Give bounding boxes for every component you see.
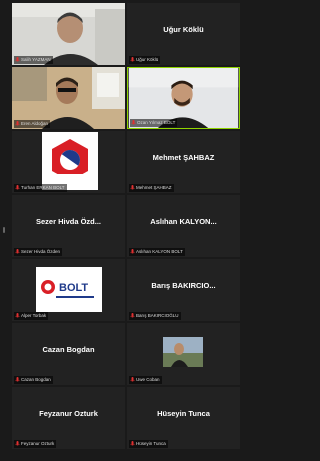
- participant-tile-active-speaker[interactable]: Ozan Yılmaz BOLT: [127, 67, 240, 129]
- participant-tile[interactable]: Aslıhan KALYON... Aslıhan KALYON BOLT: [127, 195, 240, 257]
- participant-tile[interactable]: Mehmet ŞAHBAZ Mehmet ŞAHBAZ: [127, 131, 240, 193]
- participant-tile[interactable]: Barış BAKIRCIO... Barış BAKIRCIOĞLU: [127, 259, 240, 321]
- participant-caption: Uğur Köklü: [129, 56, 161, 64]
- mic-muted-icon: [15, 377, 20, 382]
- mic-muted-icon: [131, 120, 136, 125]
- participant-name: Mehmet ŞAHBAZ: [152, 153, 215, 162]
- participant-caption: Feyzanur Ozturk: [14, 440, 57, 448]
- mic-muted-icon: [15, 249, 20, 254]
- participant-caption: Uwe Coban: [129, 376, 162, 384]
- bolt-logo-text: BOLT: [59, 282, 88, 294]
- participant-name: Uğur Köklü: [163, 25, 204, 34]
- mic-muted-icon: [15, 185, 20, 190]
- participant-name: Aslıhan KALYON...: [150, 217, 217, 226]
- participant-name: Hüseyin Tunca: [157, 409, 210, 418]
- participant-name: Barış BAKIRCIO...: [151, 281, 216, 290]
- mic-muted-icon: [15, 57, 20, 62]
- participant-caption: Cazan Bogdan: [14, 376, 53, 384]
- participant-tile[interactable]: Cazan Bogdan Cazan Bogdan: [12, 323, 125, 385]
- participant-caption: Aslıhan KALYON BOLT: [129, 248, 185, 256]
- participant-tile[interactable]: Eren Aldoğan: [12, 67, 125, 129]
- mic-muted-icon: [15, 121, 20, 126]
- mic-muted-icon: [130, 249, 135, 254]
- participant-tile[interactable]: Feyzanur Ozturk Feyzanur Ozturk: [12, 387, 125, 449]
- participant-gallery: Salih YAZMAN Uğur Köklü Uğur Köklü Eren …: [0, 0, 252, 461]
- participant-tile[interactable]: Turhan ERKAN BOLT: [12, 131, 125, 193]
- participant-name: Feyzanur Ozturk: [39, 409, 98, 418]
- participant-caption: Sezer Hivda Özden: [14, 248, 63, 256]
- participant-tile[interactable]: Sezer Hivda Özd... Sezer Hivda Özden: [12, 195, 125, 257]
- mic-muted-icon: [130, 185, 135, 190]
- participant-caption: Barış BAKIRCIOĞLU: [129, 312, 181, 320]
- mic-muted-icon: [130, 57, 135, 62]
- participant-tile[interactable]: Salih YAZMAN: [12, 3, 125, 65]
- participant-tile[interactable]: Uwe Coban: [127, 323, 240, 385]
- mic-muted-icon: [130, 441, 135, 446]
- participant-caption: Salih YAZMAN: [14, 56, 53, 64]
- participant-name: Sezer Hivda Özd...: [35, 217, 102, 226]
- participant-tile[interactable]: Uğur Köklü Uğur Köklü: [127, 3, 240, 65]
- mic-muted-icon: [130, 313, 135, 318]
- participant-tile[interactable]: Hüseyin Tunca Hüseyin Tunca: [127, 387, 240, 449]
- scroll-handle[interactable]: [3, 227, 5, 233]
- participant-caption: Turhan ERKAN BOLT: [14, 184, 67, 192]
- participant-tile[interactable]: BOLT Alper Torbak: [12, 259, 125, 321]
- participant-caption: Mehmet ŞAHBAZ: [129, 184, 174, 192]
- participant-caption: Alper Torbak: [14, 312, 49, 320]
- mic-muted-icon: [15, 313, 20, 318]
- participant-caption: Eren Aldoğan: [14, 120, 51, 128]
- participant-name: Cazan Bogdan: [42, 345, 95, 354]
- mic-muted-icon: [130, 377, 135, 382]
- participant-caption: Ozan Yılmaz BOLT: [130, 119, 178, 127]
- participant-caption: Hüseyin Tunca: [129, 440, 168, 448]
- mic-muted-icon: [15, 441, 20, 446]
